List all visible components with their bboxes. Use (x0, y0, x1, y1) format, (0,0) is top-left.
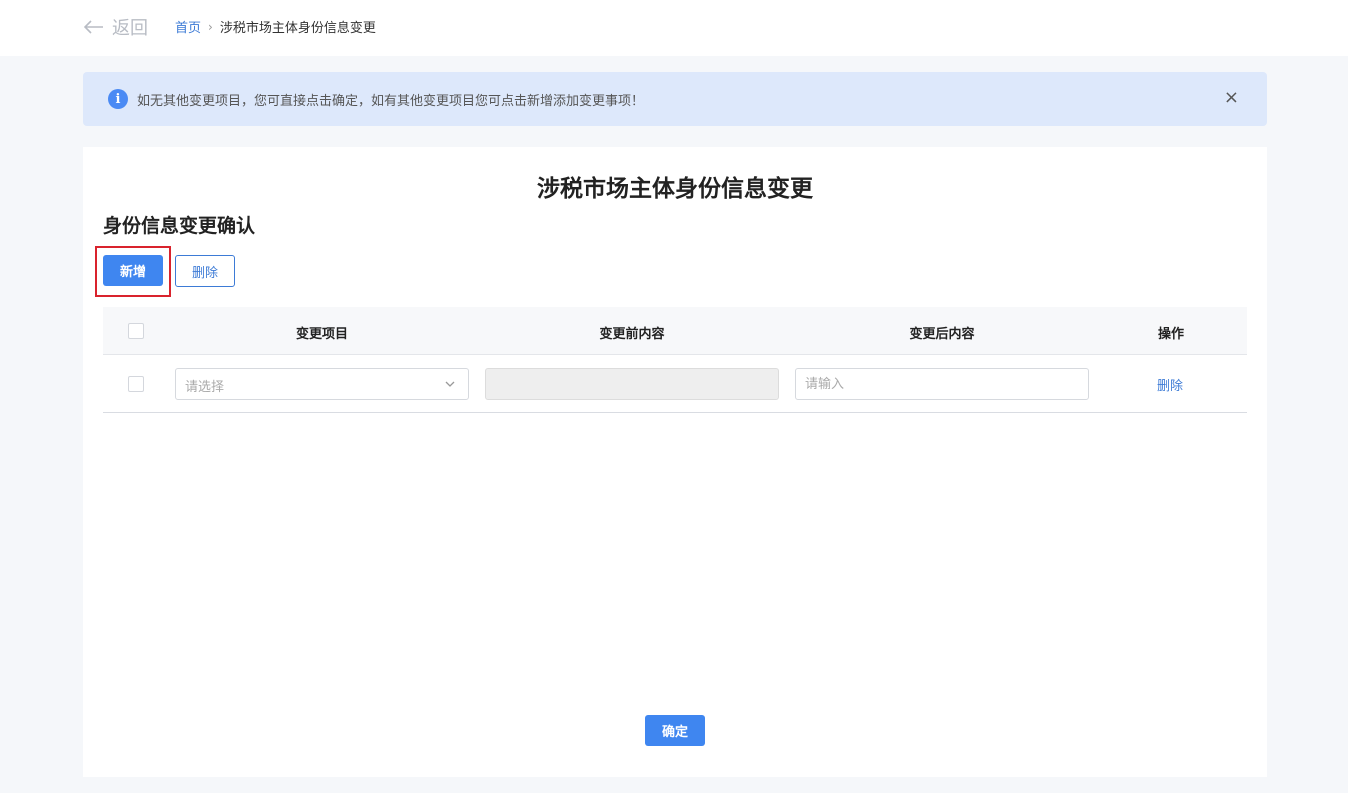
before-content-field (485, 368, 779, 400)
row-checkbox[interactable] (128, 376, 144, 392)
notice-message: 如无其他变更项目，您可直接点击确定，如有其他变更项目您可点击新增添加变更事项！ (137, 94, 645, 109)
close-icon[interactable]: × (1224, 88, 1239, 108)
main-card: 涉税市场主体身份信息变更 身份信息变更确认 新增 删除 变更项目 变更前内容 变… (83, 147, 1267, 777)
breadcrumb-separator: › (208, 19, 213, 34)
confirm-button[interactable]: 确定 (645, 715, 705, 746)
select-placeholder: 请选择 (185, 380, 225, 395)
chevron-down-icon (445, 381, 455, 387)
column-header-after: 变更后内容 (909, 327, 975, 342)
column-header-item: 变更项目 (295, 327, 348, 342)
info-notice: i 如无其他变更项目，您可直接点击确定，如有其他变更项目您可点击新增添加变更事项… (83, 72, 1267, 126)
row-delete-link[interactable]: 删除 (1157, 375, 1183, 394)
change-table: 变更项目 变更前内容 变更后内容 操作 请选择 删除 (103, 307, 1247, 413)
table-header: 变更项目 变更前内容 变更后内容 操作 (103, 307, 1247, 355)
after-content-input[interactable] (795, 368, 1089, 400)
info-icon: i (108, 89, 128, 109)
column-header-action: 操作 (1157, 327, 1184, 342)
back-button[interactable]: 返回 (84, 14, 148, 40)
page-title: 涉税市场主体身份信息变更 (537, 176, 813, 202)
change-item-select[interactable]: 请选择 (175, 368, 469, 400)
arrow-left-icon (84, 20, 103, 34)
column-header-before: 变更前内容 (599, 327, 665, 342)
breadcrumb-home[interactable]: 首页 (175, 17, 201, 36)
add-button[interactable]: 新增 (103, 255, 163, 286)
table-row: 请选择 删除 (103, 355, 1247, 413)
delete-button[interactable]: 删除 (175, 255, 235, 287)
breadcrumb: 首页 › 涉税市场主体身份信息变更 (175, 17, 376, 37)
select-all-checkbox[interactable] (128, 323, 144, 339)
breadcrumb-current: 涉税市场主体身份信息变更 (219, 21, 376, 36)
top-bar: 返回 首页 › 涉税市场主体身份信息变更 (0, 0, 1348, 56)
section-title: 身份信息变更确认 (103, 215, 256, 237)
back-label: 返回 (112, 18, 148, 39)
